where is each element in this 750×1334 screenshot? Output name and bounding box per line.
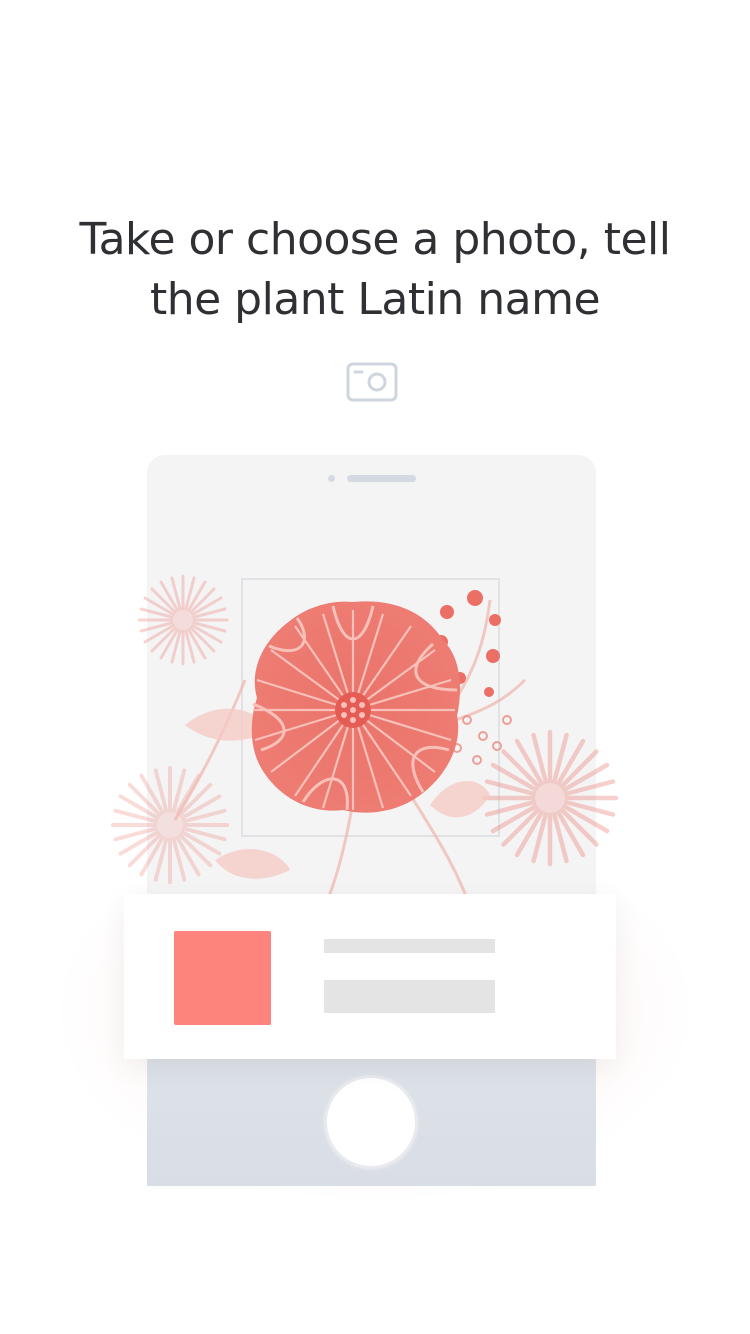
headline-line-1: Take or choose a photo, tell <box>79 214 671 265</box>
daisy-right <box>484 732 616 864</box>
headline-line-2: the plant Latin name <box>149 274 601 325</box>
main-poppy <box>251 601 461 813</box>
small-buds <box>452 715 512 765</box>
daisy-top-left <box>137 574 229 666</box>
camera-icon <box>346 362 398 402</box>
result-name-placeholder <box>324 980 495 1013</box>
result-thumbnail <box>174 931 271 1025</box>
result-title-placeholder <box>324 939 495 953</box>
daisy-bottom-left <box>110 765 230 885</box>
phone-front-camera <box>328 475 335 482</box>
onboarding-headline: Take or choose a photo, tell the plant L… <box>0 210 750 330</box>
identification-result-card <box>124 894 616 1059</box>
phone-speaker <box>347 475 416 482</box>
